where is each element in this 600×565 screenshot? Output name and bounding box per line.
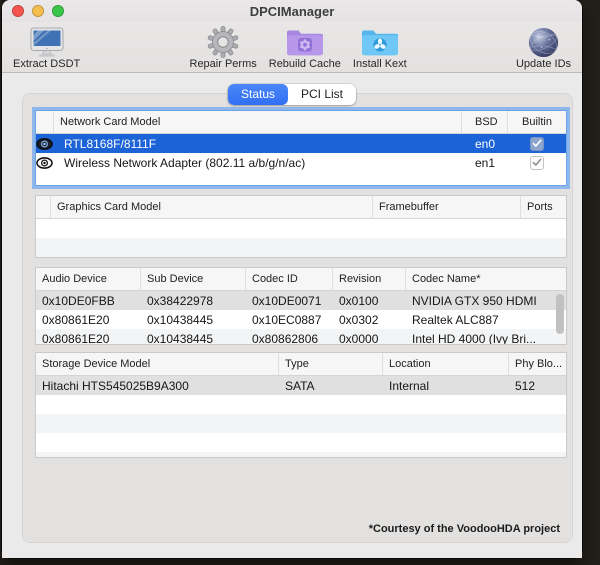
- eye-icon[interactable]: [36, 156, 58, 169]
- status-panel: Network Card Model BSD Builtin RTL8168F/81…: [22, 93, 573, 543]
- app-window: DPCIManager Extract DSDT Repair Perms Re…: [2, 0, 582, 558]
- column-header[interactable]: Type: [279, 353, 383, 375]
- column-header[interactable]: Codec ID: [246, 268, 333, 290]
- table-cell: Realtek ALC887: [412, 312, 499, 327]
- traffic-lights: [12, 5, 64, 17]
- column-header[interactable]: Phy Blo...: [509, 353, 566, 375]
- column-header[interactable]: [36, 111, 54, 133]
- voodoohda-credit: *Courtesy of the VoodooHDA project: [368, 523, 560, 535]
- bsd-cell: en0: [475, 136, 496, 151]
- column-header[interactable]: Framebuffer: [373, 196, 521, 218]
- table-cell: 0x10EC0887: [252, 312, 322, 327]
- column-header[interactable]: Sub Device: [141, 268, 246, 290]
- table-cell: 0x10DE0071: [252, 293, 322, 308]
- column-header[interactable]: Network Card Model: [54, 111, 462, 133]
- network-model-cell: Wireless Network Adapter (802.11 a/b/g/n…: [64, 155, 306, 170]
- builtin-checkbox[interactable]: [530, 155, 544, 170]
- toolbar: Extract DSDT Repair Perms Rebuild Cache …: [2, 22, 582, 73]
- storage-table-header: Storage Device Model Type Location Phy Blo.…: [36, 353, 566, 376]
- column-header[interactable]: [36, 196, 51, 218]
- repair-perms-button[interactable]: Repair Perms: [185, 25, 262, 71]
- network-table-header: Network Card Model BSD Builtin: [36, 111, 566, 134]
- toolbar-label: Rebuild Cache: [268, 58, 341, 70]
- graphics-table: Graphics Card Model Framebuffer Ports: [35, 195, 567, 258]
- update-ids-button[interactable]: Update IDs: [511, 25, 576, 71]
- scrollbar-thumb[interactable]: [556, 294, 564, 334]
- title-bar: DPCIManager: [2, 0, 582, 22]
- table-row[interactable]: 0x80861E20 0x10438445 0x10EC0887 0x0302 Real…: [36, 310, 566, 329]
- audio-table: Audio Device Sub Device Codec ID Revision Co…: [35, 267, 567, 345]
- toolbar-label: Extract DSDT: [13, 58, 81, 70]
- network-model-cell: RTL8168F/8111F: [64, 136, 157, 151]
- table-row[interactable]: 0x80861E20 0x10438445 0x80862806 0x0000 Inte…: [36, 329, 566, 344]
- column-header[interactable]: Codec Name*: [406, 268, 566, 290]
- builtin-checkbox[interactable]: [530, 136, 544, 151]
- builtin-cell: [508, 136, 566, 151]
- network-table: Network Card Model BSD Builtin RTL8168F/81…: [35, 110, 567, 186]
- table-cell: 0x10DE0FBB: [42, 293, 115, 308]
- tab-bar: Status PCI List: [227, 84, 357, 105]
- table-cell: 0x80862806: [252, 331, 319, 345]
- globe-network-icon: [527, 26, 560, 58]
- bsd-cell: en1: [475, 155, 496, 170]
- builtin-cell: [508, 155, 566, 170]
- tab-status[interactable]: Status: [227, 84, 289, 105]
- table-cell: 0x10438445: [147, 331, 214, 345]
- install-kext-button[interactable]: Install Kext: [348, 25, 412, 71]
- table-cell: 0x0100: [339, 293, 379, 308]
- extract-dsdt-button[interactable]: Extract DSDT: [8, 25, 85, 71]
- toolbar-label: Install Kext: [352, 58, 407, 70]
- table-cell: Intel HD 4000 (Ivy Bri...: [412, 331, 537, 345]
- table-row[interactable]: Wireless Network Adapter (802.11 a/b/g/n…: [36, 153, 566, 172]
- column-header[interactable]: BSD: [462, 111, 508, 133]
- window-title: DPCIManager: [249, 3, 335, 19]
- rebuild-cache-button[interactable]: Rebuild Cache: [264, 25, 346, 71]
- table-cell: 0x10438445: [147, 312, 214, 327]
- table-cell: NVIDIA GTX 950 HDMI: [412, 293, 537, 308]
- table-cell: 0x80861E20: [42, 312, 110, 327]
- table-cell: 0x80861E20: [42, 331, 110, 345]
- toolbar-label: Repair Perms: [189, 58, 257, 70]
- column-header[interactable]: Graphics Card Model: [51, 196, 373, 218]
- column-header[interactable]: Revision: [333, 268, 406, 290]
- eye-icon[interactable]: [36, 137, 58, 150]
- audio-table-header: Audio Device Sub Device Codec ID Revision Co…: [36, 268, 566, 291]
- column-header[interactable]: Location: [383, 353, 509, 375]
- graphics-table-header: Graphics Card Model Framebuffer Ports: [36, 196, 566, 219]
- table-row[interactable]: RTL8168F/8111F en0: [36, 134, 566, 153]
- table-cell: SATA: [285, 378, 315, 393]
- zoom-button[interactable]: [52, 5, 64, 17]
- table-cell: Hitachi HTS545025B9A300: [42, 378, 189, 393]
- column-header[interactable]: Audio Device: [36, 268, 141, 290]
- blue-folder-kext-icon: [361, 26, 399, 58]
- table-cell: Internal: [389, 378, 430, 393]
- table-cell: 512: [515, 378, 536, 393]
- tab-pci-list[interactable]: PCI List: [288, 84, 356, 105]
- purple-folder-gear-icon: [286, 26, 324, 58]
- table-cell: 0x0000: [339, 331, 379, 345]
- gear-icon: [206, 26, 240, 58]
- imac-display-icon: [29, 26, 65, 58]
- storage-table: Storage Device Model Type Location Phy Blo.…: [35, 352, 567, 458]
- column-header[interactable]: Storage Device Model: [36, 353, 279, 375]
- table-cell: 0x0302: [339, 312, 379, 327]
- close-button[interactable]: [12, 5, 24, 17]
- toolbar-label: Update IDs: [515, 58, 572, 70]
- table-row[interactable]: 0x10DE0FBB 0x38422978 0x10DE0071 0x0100 NVID…: [36, 291, 566, 310]
- column-header[interactable]: Ports: [521, 196, 566, 218]
- table-row[interactable]: Hitachi HTS545025B9A300 SATA Internal 512: [36, 376, 566, 395]
- table-cell: 0x38422978: [147, 293, 214, 308]
- content-area: Status PCI List Network Card Model BSD Bui…: [2, 73, 582, 558]
- minimize-button[interactable]: [32, 5, 44, 17]
- column-header[interactable]: Builtin: [508, 111, 566, 133]
